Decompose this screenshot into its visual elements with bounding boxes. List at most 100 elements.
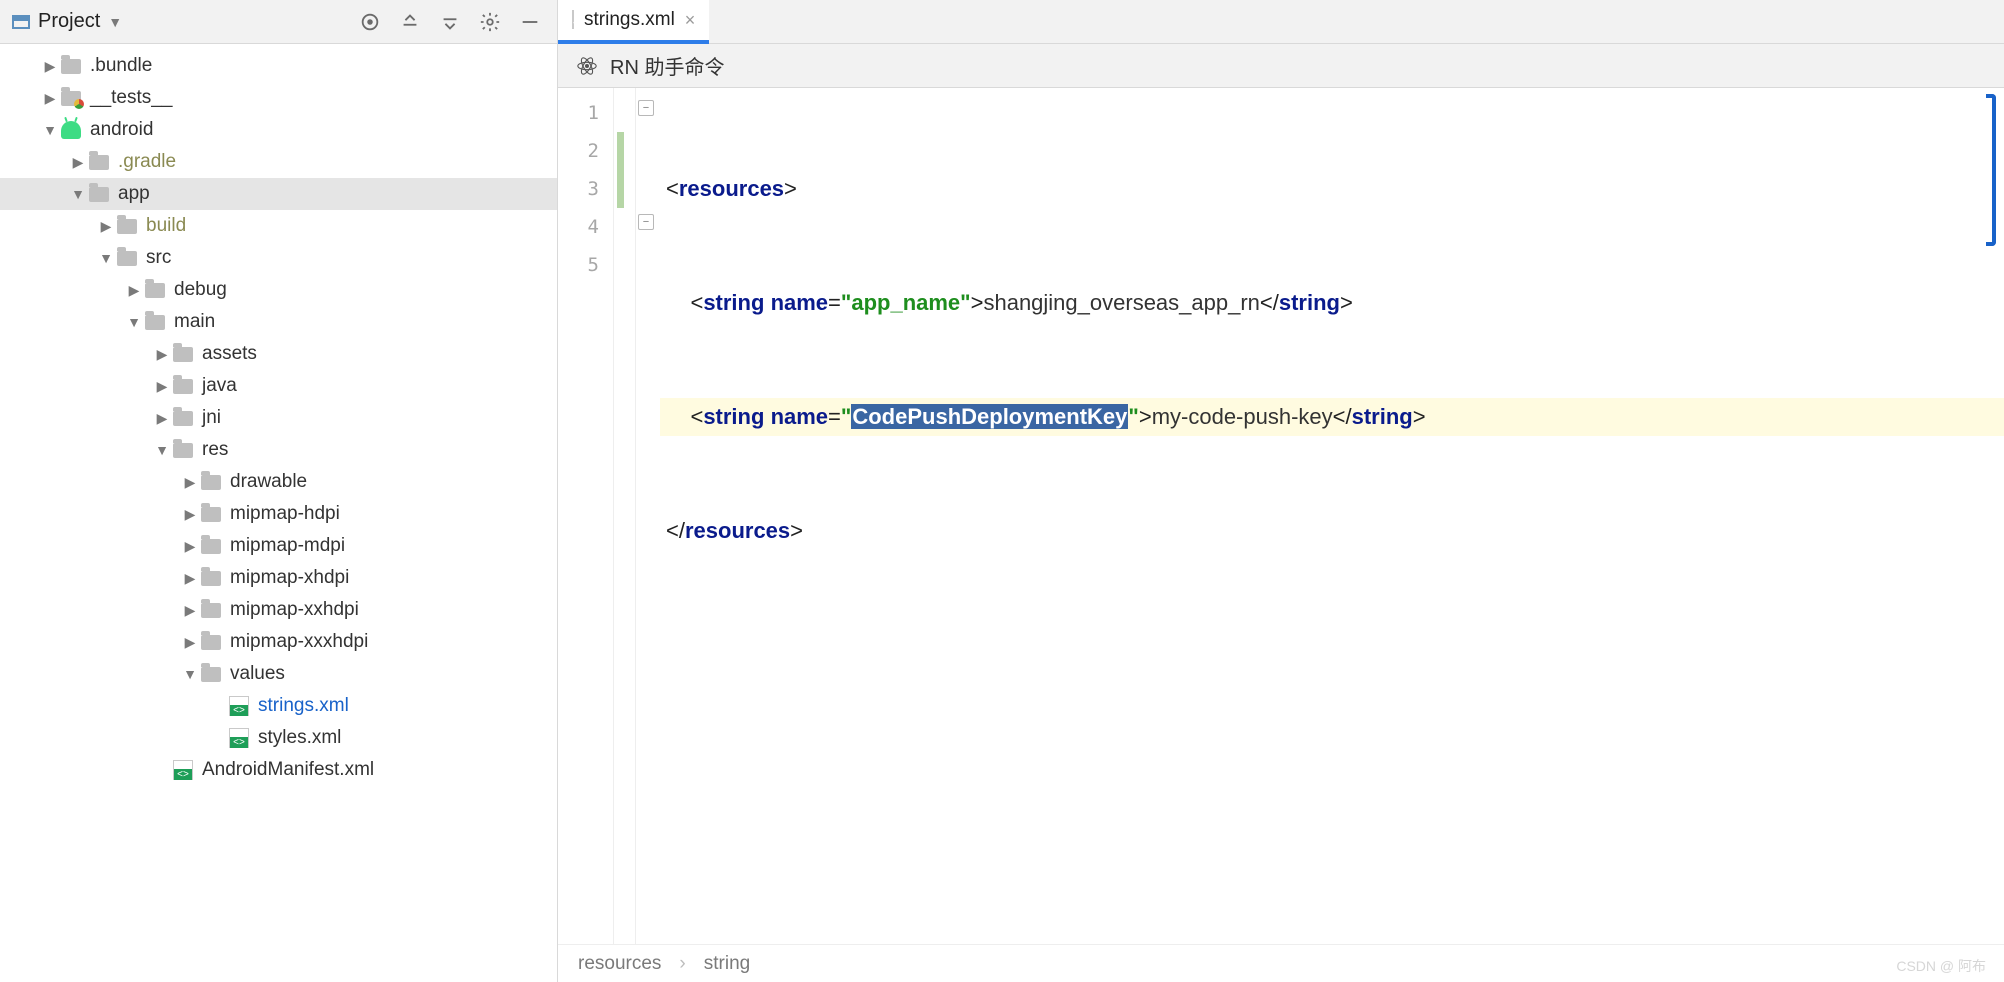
tree-item-label: styles.xml xyxy=(258,727,341,749)
chevron-right-icon[interactable]: ▶ xyxy=(152,378,172,395)
minimize-button[interactable] xyxy=(515,7,545,37)
matching-brace-indicator xyxy=(1986,94,1996,246)
chevron-right-icon[interactable]: ▶ xyxy=(180,602,200,619)
line-number: 5 xyxy=(558,246,613,284)
chevron-down-icon[interactable]: ▼ xyxy=(180,666,200,682)
tree-item-java[interactable]: ▶java xyxy=(0,370,557,402)
selected-text: CodePushDeploymentKey xyxy=(851,404,1128,429)
tree-item-android[interactable]: ▼android xyxy=(0,114,557,146)
chevron-down-icon[interactable]: ▼ xyxy=(152,442,172,458)
tree-item-androidmanifest-xml[interactable]: AndroidManifest.xml xyxy=(0,754,557,786)
tree-item-mipmap-xxhdpi[interactable]: ▶mipmap-xxhdpi xyxy=(0,594,557,626)
editor-tabs: strings.xml × xyxy=(558,0,2004,44)
project-sidebar: Project ▼ ▶.bundle▶__tests__▼android ▶ .gr… xyxy=(0,0,557,982)
vcs-change-marker xyxy=(617,132,624,170)
tab-label: strings.xml xyxy=(584,9,675,31)
tree-item-assets[interactable]: ▶assets xyxy=(0,338,557,370)
folder-icon xyxy=(172,375,194,397)
code-editor[interactable]: 12345 − − <resources> <string name="app_… xyxy=(558,88,2004,944)
project-view-selector[interactable]: Project ▼ xyxy=(12,10,355,33)
fold-toggle[interactable]: − xyxy=(638,214,654,230)
xml-icon xyxy=(172,759,194,781)
chevron-right-icon[interactable]: ▶ xyxy=(40,90,60,107)
chevron-right-icon[interactable]: ▶ xyxy=(124,282,144,299)
project-tree[interactable]: ▶.bundle▶__tests__▼android ▶ .gradle ▼app▶b… xyxy=(0,44,557,982)
tree-item--bundle[interactable]: ▶.bundle xyxy=(0,50,557,82)
chevron-down-icon[interactable]: ▼ xyxy=(40,122,60,138)
folder-icon xyxy=(172,343,194,365)
chevron-right-icon[interactable]: ▶ xyxy=(68,154,88,171)
breadcrumb-item[interactable]: resources xyxy=(578,953,661,975)
locate-file-button[interactable] xyxy=(355,7,385,37)
tab-strings-xml[interactable]: strings.xml × xyxy=(558,0,709,44)
tree-item-app[interactable]: ▼app xyxy=(0,178,557,210)
code-area[interactable]: <resources> <string name="app_name">shan… xyxy=(660,88,2004,944)
folder-icon xyxy=(172,439,194,461)
close-icon[interactable]: × xyxy=(685,10,696,31)
tree-item-label: strings.xml xyxy=(258,695,349,717)
chevron-right-icon[interactable]: ▶ xyxy=(96,218,116,235)
folder-icon xyxy=(60,55,82,77)
breadcrumb-item[interactable]: string xyxy=(704,953,750,975)
fold-gutter: − − xyxy=(636,88,660,944)
tree-item-drawable[interactable]: ▶ drawable xyxy=(0,466,557,498)
tree-item-label: drawable xyxy=(230,471,307,493)
tests-icon xyxy=(60,87,82,109)
folder-icon xyxy=(200,503,222,525)
folder-icon xyxy=(200,567,222,589)
tree-item-label: .gradle xyxy=(118,151,176,173)
project-icon xyxy=(12,15,30,29)
tree-item-styles-xml[interactable]: styles.xml xyxy=(0,722,557,754)
rn-helper-bar[interactable]: RN 助手命令 xyxy=(558,44,2004,88)
tree-item-mipmap-mdpi[interactable]: ▶mipmap-mdpi xyxy=(0,530,557,562)
tree-item-mipmap-xxxhdpi[interactable]: ▶mipmap-xxxhdpi xyxy=(0,626,557,658)
tree-item-strings-xml[interactable]: strings.xml xyxy=(0,690,557,722)
tree-item-label: mipmap-xhdpi xyxy=(230,567,349,589)
watermark: CSDN @ 阿布 xyxy=(1896,956,1986,976)
tree-item-jni[interactable]: ▶ jni xyxy=(0,402,557,434)
xml-file-icon xyxy=(572,11,574,29)
folder-icon xyxy=(200,663,222,685)
tree-item-mipmap-xhdpi[interactable]: ▶ mipmap-xhdpi xyxy=(0,562,557,594)
tree-item--gradle[interactable]: ▶ .gradle xyxy=(0,146,557,178)
tree-item-src[interactable]: ▼src xyxy=(0,242,557,274)
line-number: 1 xyxy=(558,94,613,132)
chevron-right-icon[interactable]: ▶ xyxy=(40,58,60,75)
tree-item-label: jni xyxy=(202,407,221,429)
chevron-right-icon[interactable]: ▶ xyxy=(180,538,200,555)
chevron-down-icon[interactable]: ▼ xyxy=(124,314,144,330)
collapse-all-button[interactable] xyxy=(435,7,465,37)
tree-item-mipmap-hdpi[interactable]: ▶ mipmap-hdpi xyxy=(0,498,557,530)
chevron-right-icon[interactable]: ▶ xyxy=(152,346,172,363)
tree-item-debug[interactable]: ▶debug xyxy=(0,274,557,306)
folder-icon xyxy=(200,471,222,493)
chevron-right-icon[interactable]: ▶ xyxy=(180,474,200,491)
chevron-right-icon[interactable]: ▶ xyxy=(180,570,200,587)
folder-icon xyxy=(88,151,110,173)
chevron-right-icon[interactable]: ▶ xyxy=(180,506,200,523)
chevron-down-icon[interactable]: ▼ xyxy=(96,250,116,266)
line-number: 2 xyxy=(558,132,613,170)
tree-item-main[interactable]: ▼main xyxy=(0,306,557,338)
xml-icon xyxy=(228,727,250,749)
current-line: <string name="CodePushDeploymentKey">my-… xyxy=(660,398,2004,436)
tree-item-values[interactable]: ▼ values xyxy=(0,658,557,690)
chevron-right-icon[interactable]: ▶ xyxy=(180,634,200,651)
sidebar-title: Project xyxy=(38,10,100,33)
tree-item-res[interactable]: ▼res xyxy=(0,434,557,466)
expand-all-button[interactable] xyxy=(395,7,425,37)
chevron-right-icon[interactable]: ▶ xyxy=(152,410,172,427)
tree-item-build[interactable]: ▶build xyxy=(0,210,557,242)
line-number: 3 xyxy=(558,170,613,208)
tree-item-label: values xyxy=(230,663,285,685)
sidebar-header: Project ▼ xyxy=(0,0,557,44)
rn-bar-label: RN 助手命令 xyxy=(610,51,724,80)
tree-item--tests-[interactable]: ▶__tests__ xyxy=(0,82,557,114)
fold-toggle[interactable]: − xyxy=(638,100,654,116)
tree-item-label: AndroidManifest.xml xyxy=(202,759,374,781)
folder-icon xyxy=(200,599,222,621)
chevron-down-icon[interactable]: ▼ xyxy=(68,186,88,202)
settings-button[interactable] xyxy=(475,7,505,37)
tree-item-label: mipmap-hdpi xyxy=(230,503,340,525)
folder-icon xyxy=(144,279,166,301)
